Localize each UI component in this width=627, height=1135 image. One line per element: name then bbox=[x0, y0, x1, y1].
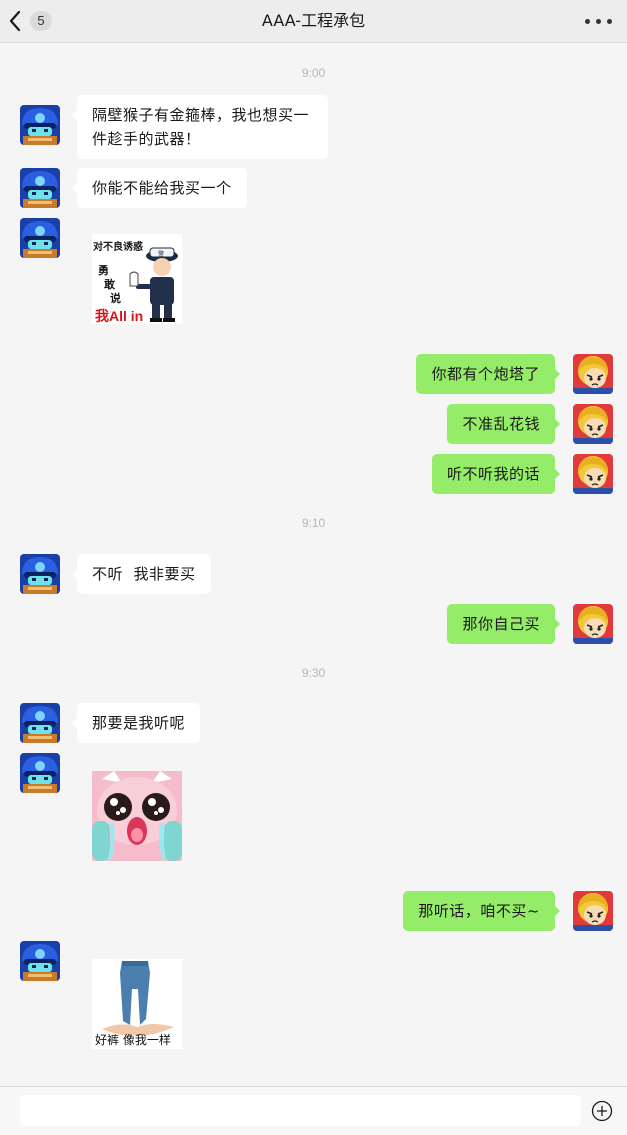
sticker-text: 说 bbox=[110, 292, 121, 305]
message-bubble-sent[interactable]: 你都有个炮塔了 bbox=[416, 354, 560, 394]
message-input[interactable] bbox=[20, 1095, 581, 1126]
sticker-badge: 警 bbox=[158, 251, 165, 258]
message-bubble-sent[interactable]: 不准乱花钱 bbox=[447, 404, 560, 444]
avatar-self[interactable] bbox=[573, 404, 613, 444]
chevron-left-icon[interactable] bbox=[6, 9, 24, 33]
message-bubble-sent[interactable]: 那你自己买 bbox=[447, 604, 560, 644]
avatar-friend[interactable] bbox=[20, 753, 60, 793]
plus-circle-icon[interactable] bbox=[591, 1100, 613, 1122]
chat-header: 5 AAA-工程承包 bbox=[0, 0, 627, 43]
avatar-friend[interactable] bbox=[20, 941, 60, 981]
sticker-crying-cat[interactable] bbox=[92, 771, 182, 861]
message-list[interactable]: 9:00 隔壁猴子有金箍棒，我也想买一件趁手的武器！ 你能不能给我买一个 对不良… bbox=[0, 44, 627, 1086]
sticker-caption: 好裤 像我一样 bbox=[95, 1033, 171, 1047]
avatar-self[interactable] bbox=[573, 354, 613, 394]
avatar-friend[interactable] bbox=[20, 554, 60, 594]
sticker-jeans[interactable]: 好裤 像我一样 bbox=[92, 959, 182, 1049]
message-bubble-sent[interactable]: 听不听我的话 bbox=[431, 454, 561, 494]
timestamp: 9:00 bbox=[301, 66, 326, 80]
sticker-police[interactable]: 对不良诱惑 勇 敢 说 我All in 警 bbox=[92, 234, 182, 324]
message-bubble-sent[interactable]: 那听话，咱不买~ bbox=[403, 891, 560, 931]
sticker-text: 我All in bbox=[95, 308, 144, 324]
input-bar bbox=[0, 1086, 627, 1135]
avatar-friend[interactable] bbox=[20, 703, 60, 743]
more-dots-icon[interactable] bbox=[583, 14, 615, 30]
avatar-friend[interactable] bbox=[20, 105, 60, 145]
timestamp: 9:10 bbox=[301, 516, 326, 530]
message-bubble-received[interactable]: 你能不能给我买一个 bbox=[72, 168, 247, 208]
avatar-self[interactable] bbox=[573, 891, 613, 931]
sticker-text: 对不良诱惑 bbox=[93, 242, 143, 253]
unread-count-badge: 5 bbox=[30, 11, 52, 31]
chat-title: AAA-工程承包 bbox=[261, 11, 366, 30]
avatar-friend[interactable] bbox=[20, 168, 60, 208]
message-bubble-received[interactable]: 不听 我非要买 bbox=[72, 554, 211, 594]
message-bubble-received[interactable]: 隔壁猴子有金箍棒，我也想买一件趁手的武器！ bbox=[72, 95, 328, 159]
timestamp: 9:30 bbox=[301, 666, 326, 680]
message-bubble-received[interactable]: 那要是我听呢 bbox=[71, 703, 201, 743]
avatar-self[interactable] bbox=[573, 604, 613, 644]
avatar-friend[interactable] bbox=[20, 218, 60, 258]
avatar-self[interactable] bbox=[573, 454, 613, 494]
